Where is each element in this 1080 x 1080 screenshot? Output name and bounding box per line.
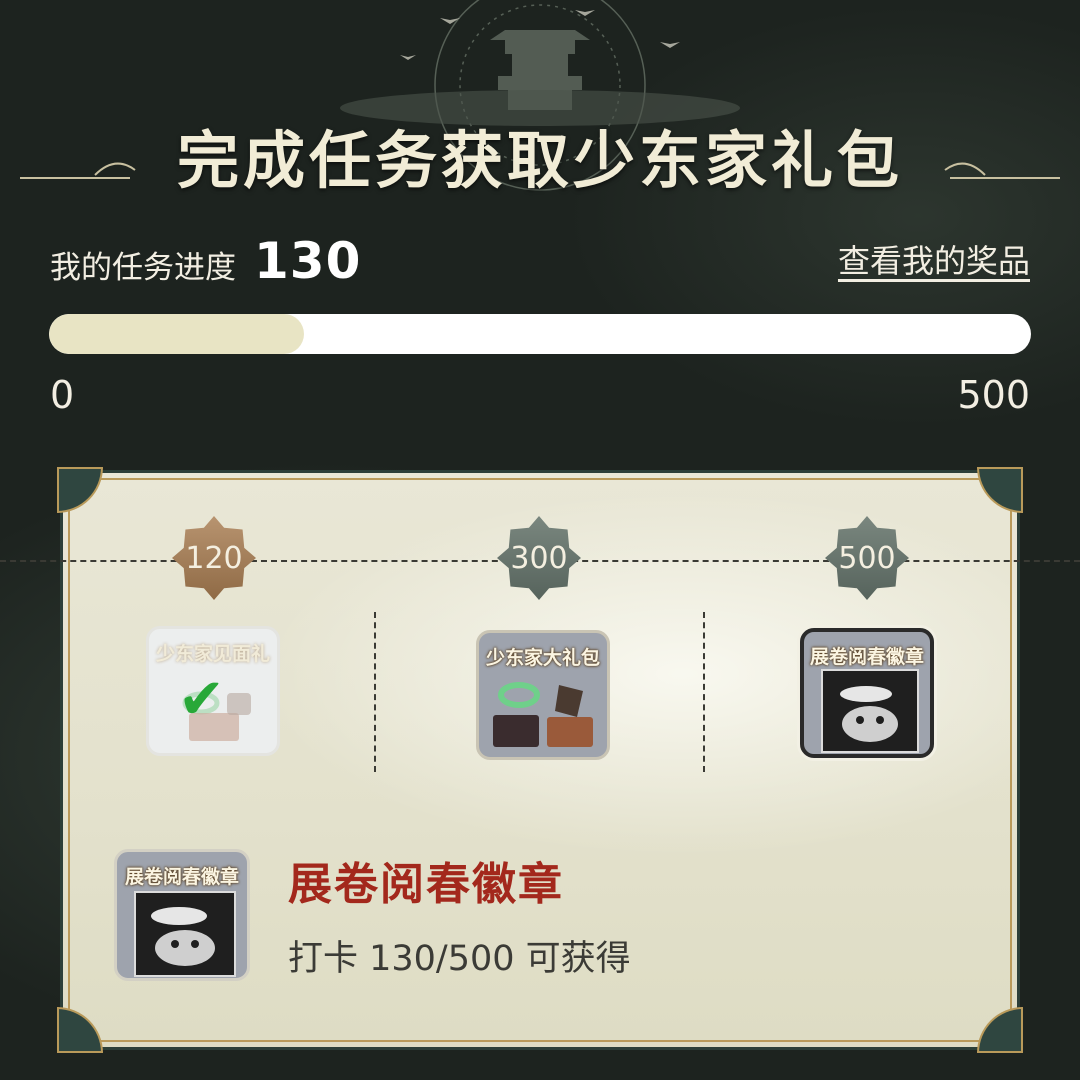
progress-value: 130	[254, 232, 362, 290]
badge-icon	[821, 669, 919, 753]
milestone-divider	[374, 612, 376, 772]
progress-summary: 我的任务进度 130	[50, 232, 361, 290]
progress-bar-fill	[49, 314, 305, 354]
reward-card-badge[interactable]: 展卷阅春徽章	[800, 628, 934, 758]
page-title: 完成任务获取少东家礼包	[176, 124, 903, 197]
badge-icon	[134, 891, 236, 977]
progress-label: 我的任务进度	[50, 250, 236, 286]
gift-bundle-icon	[493, 682, 593, 747]
selected-reward-title: 展卷阅春徽章	[288, 859, 564, 910]
selected-reward-requirement: 打卡 130/500 可获得	[288, 939, 631, 979]
view-my-prizes-link[interactable]: 查看我的奖品	[838, 236, 1030, 282]
progress-bar	[49, 314, 1031, 354]
panel-corner	[977, 467, 1023, 513]
milestone-divider	[703, 612, 705, 772]
panel-corner	[57, 467, 103, 513]
reward-card-big-gift[interactable]: 少东家大礼包	[476, 630, 610, 760]
progress-max-label: 500	[957, 373, 1030, 417]
milestone-500: 500	[825, 516, 909, 600]
milestone-120: 120	[172, 516, 256, 600]
panel-corner	[57, 1007, 103, 1053]
milestone-300: 300	[497, 516, 581, 600]
panel-corner	[977, 1007, 1023, 1053]
progress-min-label: 0	[50, 373, 75, 417]
claimed-check-icon: ✔	[178, 667, 225, 732]
selected-reward-image: 展卷阅春徽章	[114, 849, 250, 981]
